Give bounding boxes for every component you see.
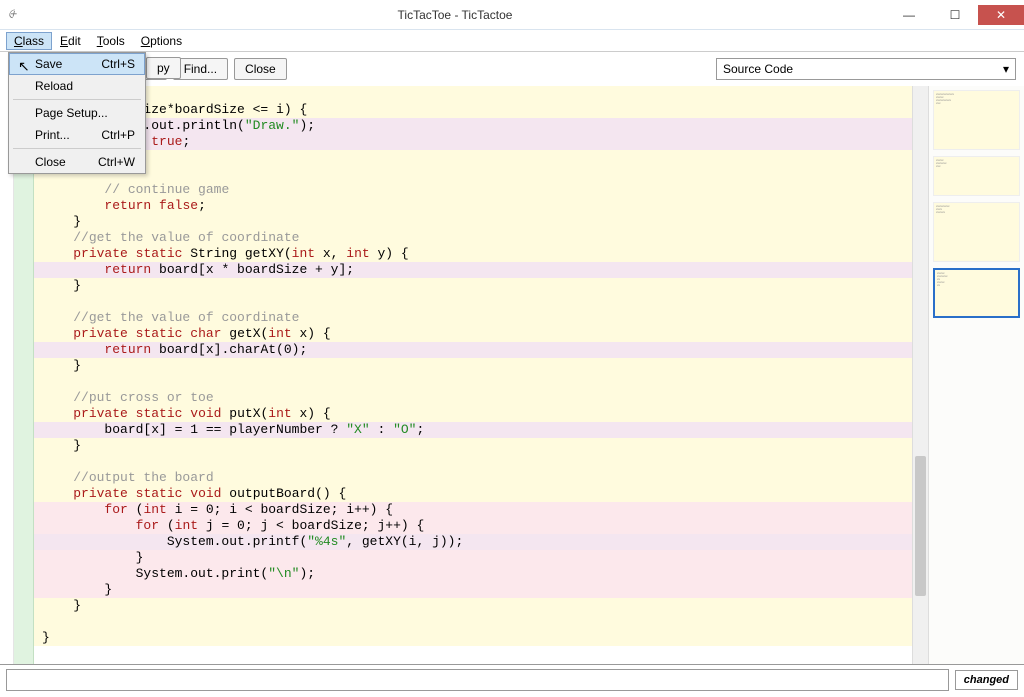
code-line[interactable]: System.out.printf("%4s", getXY(i, j)); (34, 534, 912, 550)
menu-separator (13, 148, 141, 149)
code-line[interactable]: private static void outputBoard() { (34, 486, 912, 502)
code-line[interactable]: return board[x * boardSize + y]; (34, 262, 912, 278)
code-line[interactable]: board[x] = 1 == playerNumber ? "X" : "O"… (34, 422, 912, 438)
code-line[interactable]: } (34, 278, 912, 294)
code-line[interactable] (34, 374, 912, 390)
code-line[interactable]: } (34, 550, 912, 566)
code-line[interactable]: private static char getX(int x) { (34, 326, 912, 342)
code-line[interactable]: } (34, 630, 912, 646)
code-line[interactable]: return false; (34, 198, 912, 214)
minimap-block[interactable]: xxxxxxxxxxxxxxxxxxxxxxxxxxxxxx (933, 90, 1020, 150)
find--button[interactable]: Find... (173, 58, 228, 80)
code-line[interactable]: } (34, 214, 912, 230)
code-line[interactable]: //put cross or toe (34, 390, 912, 406)
minimap-block[interactable]: xxxxxxxxxxxxxxxxxxx (933, 202, 1020, 262)
code-line[interactable]: for (int i = 0; i < boardSize; i++) { (34, 502, 912, 518)
menu-tools[interactable]: Tools (89, 32, 133, 50)
menu-edit[interactable]: Edit (52, 32, 89, 50)
menu-item-page-setup-[interactable]: Page Setup... (9, 102, 145, 124)
code-line[interactable] (34, 86, 912, 102)
view-selector[interactable]: Source Code ▾ (716, 58, 1016, 80)
code-line[interactable]: // continue game (34, 182, 912, 198)
copy-button-partial[interactable]: py (146, 57, 181, 79)
code-line[interactable]: } (34, 582, 912, 598)
menu-class[interactable]: Class (6, 32, 52, 50)
code-line[interactable]: //get the value of coordinate (34, 310, 912, 326)
class-menu-dropdown: SaveCtrl+SReload Page Setup...Print...Ctr… (8, 52, 146, 174)
scrollbar-thumb[interactable] (915, 456, 926, 596)
code-line[interactable]: n true; (34, 134, 912, 150)
code-line[interactable] (34, 614, 912, 630)
menu-item-close[interactable]: CloseCtrl+W (9, 151, 145, 173)
close-button[interactable]: Close (234, 58, 287, 80)
menu-item-save[interactable]: SaveCtrl+S (9, 53, 145, 75)
changed-indicator: changed (955, 670, 1018, 690)
minimize-button[interactable]: — (886, 5, 932, 25)
main-area: Size*boardSize <= i) { m.out.println("Dr… (0, 86, 1024, 664)
code-line[interactable]: } (34, 150, 912, 166)
code-line[interactable]: System.out.print("\n"); (34, 566, 912, 582)
minimap-block[interactable]: xxxxxxxxxxxxxxx (933, 156, 1020, 196)
code-line[interactable] (34, 454, 912, 470)
menu-options[interactable]: Options (133, 32, 190, 50)
code-line[interactable]: } (34, 598, 912, 614)
code-line[interactable] (34, 294, 912, 310)
code-line[interactable]: } (34, 358, 912, 374)
vertical-scrollbar[interactable] (912, 86, 928, 664)
menu-separator (13, 99, 141, 100)
menubar: ClassEditToolsOptions (0, 30, 1024, 52)
statusbar: changed (0, 664, 1024, 694)
app-icon: ⨭ (8, 7, 24, 23)
window-title: TicTacToe - TicTactoe (24, 8, 886, 22)
minimap[interactable]: xxxxxxxxxxxxxxxxxxxxxxxxxxxxxx xxxxxxxxx… (928, 86, 1024, 664)
code-line[interactable] (34, 166, 912, 182)
code-line[interactable]: for (int j = 0; j < boardSize; j++) { (34, 518, 912, 534)
close-window-button[interactable]: ✕ (978, 5, 1024, 25)
code-line[interactable]: //get the value of coordinate (34, 230, 912, 246)
menu-item-reload[interactable]: Reload (9, 75, 145, 97)
minimap-block-active[interactable]: xxxxxxxxxxxxxxxxxxxxx (933, 268, 1020, 318)
code-editor[interactable]: Size*boardSize <= i) { m.out.println("Dr… (14, 86, 912, 664)
code-line[interactable]: } (34, 438, 912, 454)
maximize-button[interactable]: ☐ (932, 5, 978, 25)
code-line[interactable]: Size*boardSize <= i) { (34, 102, 912, 118)
code-line[interactable]: m.out.println("Draw."); (34, 118, 912, 134)
code-line[interactable]: return board[x].charAt(0); (34, 342, 912, 358)
chevron-down-icon: ▾ (1003, 62, 1009, 76)
view-selector-label: Source Code (723, 62, 793, 76)
status-input[interactable] (6, 669, 949, 691)
titlebar: ⨭ TicTacToe - TicTactoe — ☐ ✕ (0, 0, 1024, 30)
code-line[interactable]: //output the board (34, 470, 912, 486)
menu-item-print-[interactable]: Print...Ctrl+P (9, 124, 145, 146)
window-controls: — ☐ ✕ (886, 5, 1024, 25)
code-line[interactable]: private static void putX(int x) { (34, 406, 912, 422)
code-content[interactable]: Size*boardSize <= i) { m.out.println("Dr… (34, 86, 912, 646)
code-line[interactable]: private static String getXY(int x, int y… (34, 246, 912, 262)
